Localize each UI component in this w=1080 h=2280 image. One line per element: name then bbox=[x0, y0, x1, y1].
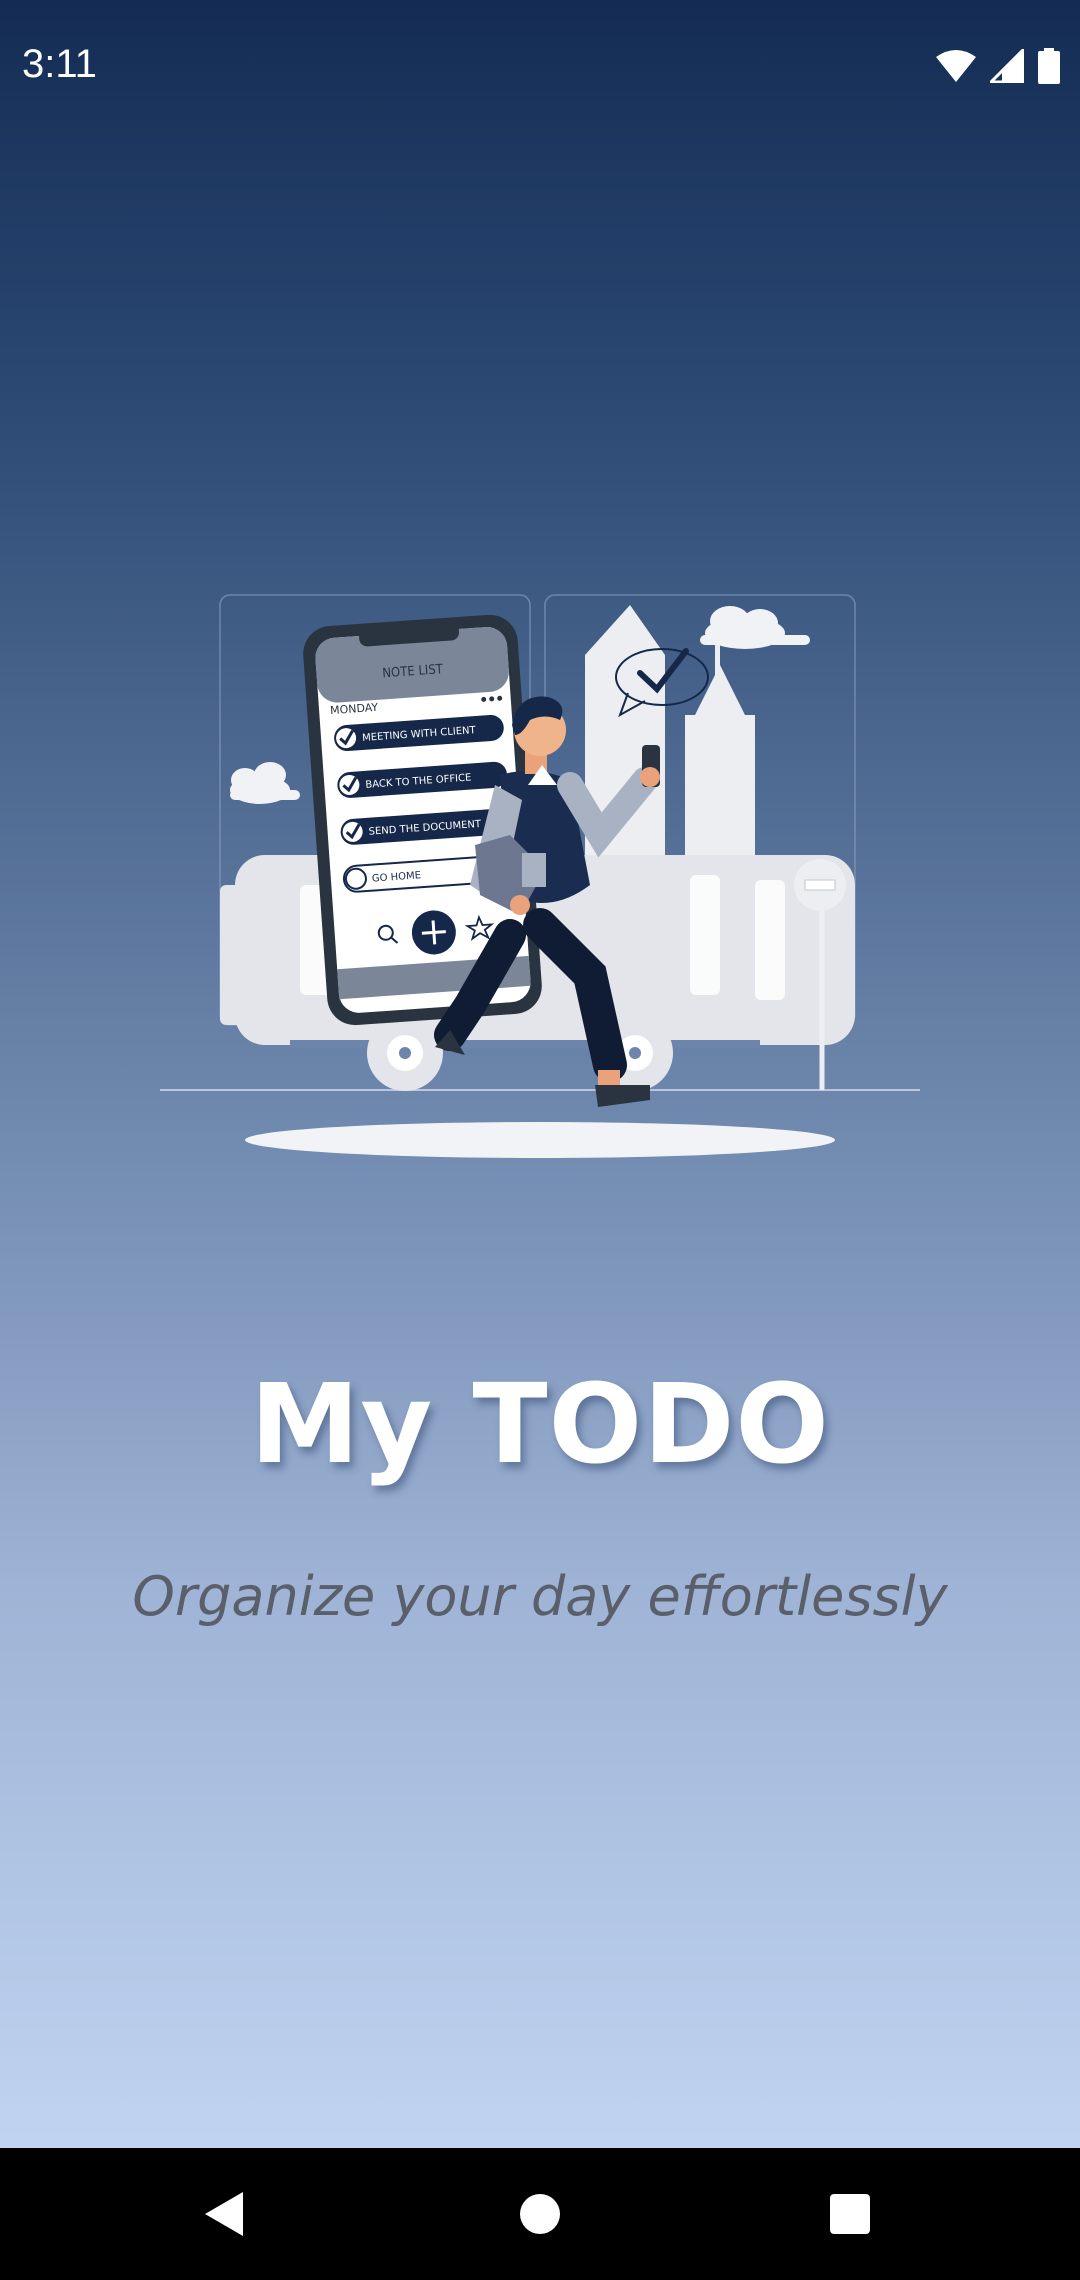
app-title: My TODO bbox=[250, 1360, 830, 1488]
app-subtitle: Organize your day effortlessly bbox=[132, 1565, 948, 1628]
splash-screen: 3:11 NOTE LIST MONDAY MEETING WITH CLIEN… bbox=[0, 0, 1080, 2280]
system-nav-bar bbox=[0, 2148, 1080, 2280]
status-bar: 3:11 bbox=[0, 0, 1080, 140]
home-icon bbox=[520, 2194, 560, 2234]
wifi-icon bbox=[936, 50, 976, 82]
cloud-icon bbox=[230, 762, 300, 804]
back-button[interactable] bbox=[155, 2148, 295, 2280]
home-button[interactable] bbox=[470, 2148, 610, 2280]
recents-icon bbox=[830, 2194, 870, 2234]
signal-icon bbox=[990, 49, 1024, 83]
status-icons bbox=[936, 48, 1060, 84]
status-time: 3:11 bbox=[22, 42, 97, 86]
battery-icon bbox=[1038, 48, 1060, 84]
hero-illustration: NOTE LIST MONDAY MEETING WITH CLIENT BAC… bbox=[160, 594, 920, 1158]
recents-button[interactable] bbox=[780, 2148, 920, 2280]
back-icon bbox=[205, 2192, 243, 2236]
